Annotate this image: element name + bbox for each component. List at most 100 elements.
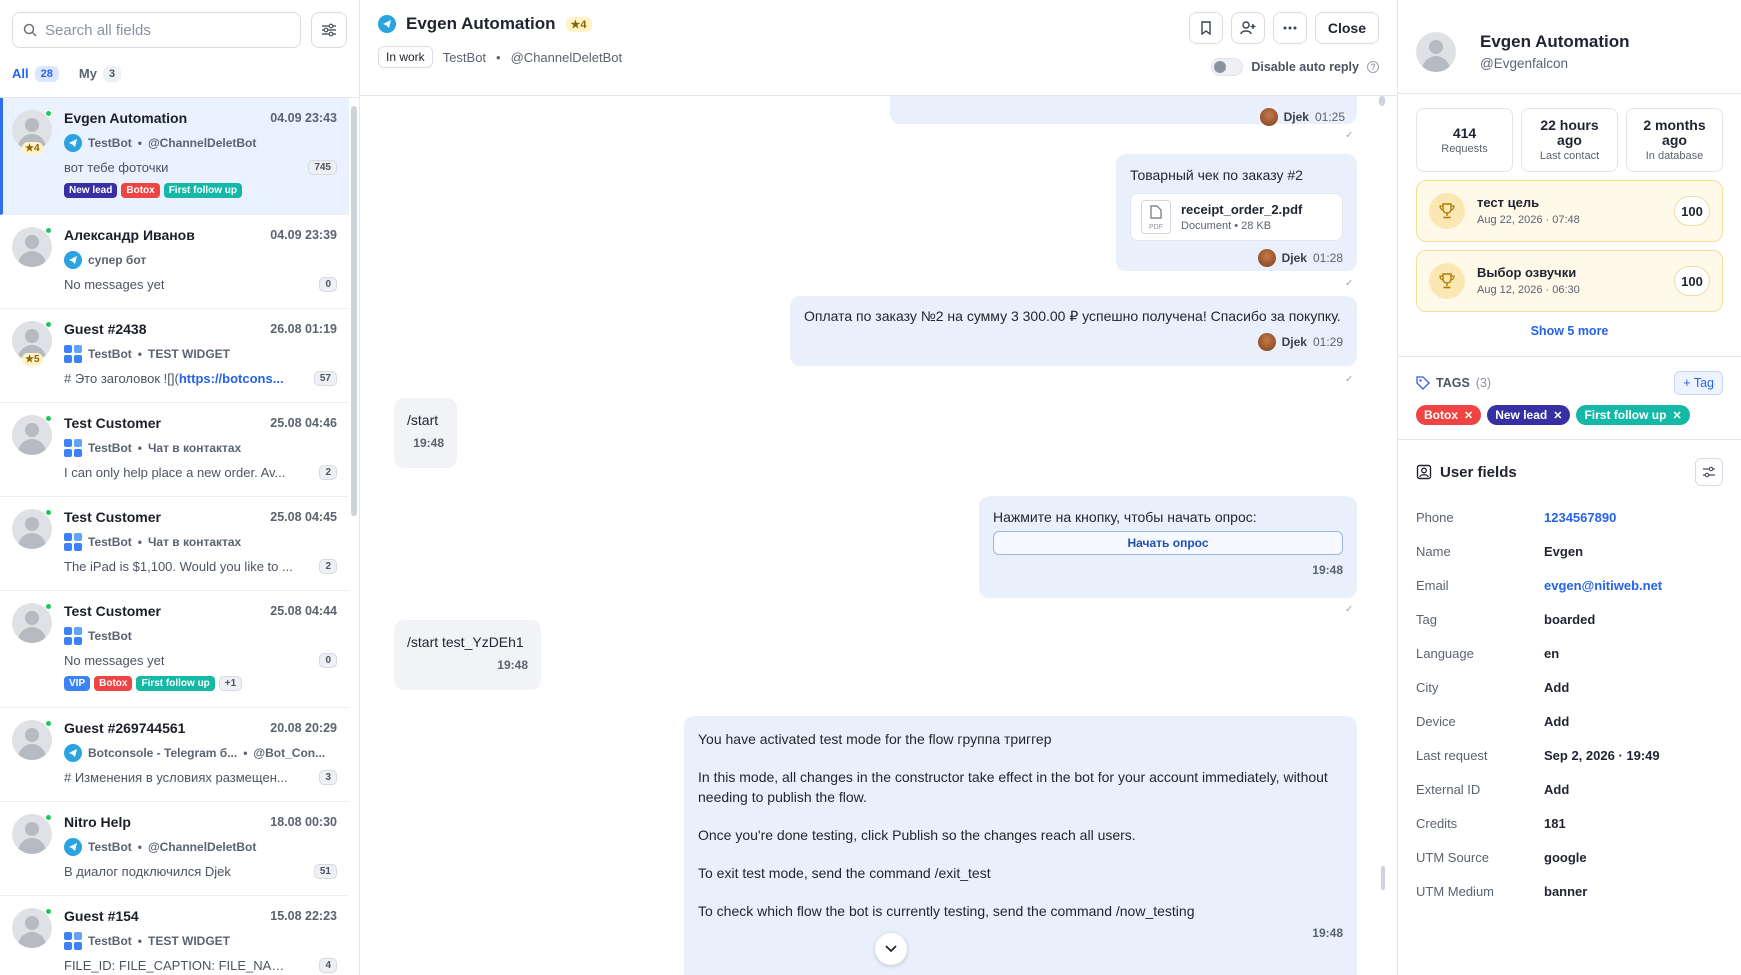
list-scrollbar[interactable] — [351, 106, 357, 516]
tag-chip: New lead ✕ — [1487, 405, 1571, 425]
user-field-row: Last request Sep 2, 2026 · 19:49 — [1416, 738, 1723, 772]
field-value[interactable]: Add — [1544, 782, 1569, 797]
last-message-preview: # Изменения в условиях размещен... — [64, 770, 288, 785]
online-indicator — [45, 720, 52, 727]
channel-name: TEST WIDGET — [147, 934, 230, 948]
conversation-panel: Search all fields All 28 My 3 ★4 Evgen Auto… — [0, 0, 360, 975]
field-value[interactable]: 181 — [1544, 816, 1566, 831]
rating-badge: ★5 — [22, 353, 43, 366]
user-field-row: Tag boarded — [1416, 602, 1723, 636]
stat-label: In database — [1645, 150, 1704, 162]
show-more-goals-link[interactable]: Show 5 more — [1398, 324, 1741, 357]
field-label: Device — [1416, 713, 1456, 729]
last-message-preview: В диалог подключился Djek — [64, 864, 231, 879]
conversation-item[interactable]: Guest #269744561 20.08 20:29 Botconsole - … — [0, 708, 349, 802]
more-button[interactable] — [1272, 12, 1307, 44]
goal-title: Выбор озвучки — [1477, 264, 1577, 280]
file-type: PDF — [1149, 224, 1163, 231]
remove-tag-icon[interactable]: ✕ — [1464, 409, 1473, 422]
file-name: receipt_order_2.pdf — [1181, 202, 1303, 217]
add-tag-button[interactable]: + Tag — [1674, 371, 1723, 395]
field-value[interactable]: banner — [1544, 884, 1587, 899]
field-label: Name — [1416, 543, 1451, 559]
auto-reply-toggle[interactable] — [1211, 58, 1244, 76]
conversation-item[interactable]: Nitro Help 18.08 00:30 TestBot • @ChannelDel… — [0, 802, 349, 896]
field-value[interactable]: Add — [1544, 714, 1569, 729]
fields-settings-button[interactable] — [1695, 458, 1723, 486]
channel-name: @ChannelDeletBot — [147, 136, 257, 150]
tab-my[interactable]: My 3 — [79, 66, 122, 97]
filter-button[interactable] — [311, 12, 347, 48]
last-message-preview: I can only help place a new order. Av... — [64, 465, 285, 480]
contact-name: Evgen Automation — [1480, 32, 1630, 51]
search-box[interactable]: Search all fields — [12, 12, 301, 48]
contact-name: Test Customer — [64, 415, 161, 431]
scroll-down-button[interactable] — [875, 933, 907, 965]
goal-card[interactable]: тест цель Aug 22, 2026 · 07:48 100 — [1416, 180, 1723, 242]
online-indicator — [45, 814, 52, 821]
read-check-icon: ✓ — [1345, 278, 1354, 289]
stat-requests: 414 Requests — [1416, 108, 1513, 172]
field-value[interactable]: boarded — [1544, 612, 1595, 627]
conversation-item[interactable]: Test Customer 25.08 04:45 TestBot • Чат в ко… — [0, 497, 349, 591]
user-field-row: Device Add — [1416, 704, 1723, 738]
field-value[interactable]: en — [1544, 646, 1559, 661]
bot-name: супер бот — [88, 253, 147, 267]
field-value[interactable]: Evgen — [1544, 544, 1583, 559]
agent-name: Djek — [1281, 335, 1307, 349]
field-value[interactable]: evgen@nitiweb.net — [1544, 578, 1662, 593]
message-count-badge: 2 — [319, 465, 337, 480]
conversation-item[interactable]: Александр Иванов 04.09 23:39 супер бот No m… — [0, 215, 349, 309]
message-time: 01:28 — [1312, 251, 1343, 265]
conversation-item[interactable]: ★4 Evgen Automation 04.09 23:43 TestBot • @Ch… — [0, 98, 349, 215]
user-card-icon — [1416, 464, 1432, 480]
user-field-row: External ID Add — [1416, 772, 1723, 806]
widget-icon — [64, 533, 82, 551]
remove-tag-icon[interactable]: ✕ — [1672, 409, 1681, 422]
assign-user-button[interactable] — [1230, 12, 1265, 44]
user-field-row: Language en — [1416, 636, 1723, 670]
separator-dot: • — [137, 347, 142, 361]
conversation-item[interactable]: Test Customer 25.08 04:46 TestBot • Чат в ко… — [0, 403, 349, 497]
telegram-icon — [64, 838, 82, 856]
start-survey-button[interactable]: Начать опрос — [993, 531, 1343, 555]
field-value[interactable]: Add — [1544, 680, 1569, 695]
tab-all[interactable]: All 28 — [12, 66, 59, 97]
chat-scrollbar-thumb[interactable] — [1381, 866, 1385, 890]
help-icon[interactable]: ? — [1367, 61, 1379, 73]
status-dropdown[interactable]: In work — [378, 46, 433, 68]
message-paragraph: To exit test mode, send the command /exi… — [698, 865, 991, 881]
preview-link[interactable]: https://botcons... — [179, 371, 284, 386]
stat-last-contact: 22 hours ago Last contact — [1521, 108, 1618, 172]
field-value[interactable]: 1234567890 — [1544, 510, 1616, 525]
close-button[interactable]: Close — [1314, 12, 1379, 44]
remove-tag-icon[interactable]: ✕ — [1553, 409, 1562, 422]
bookmark-button[interactable] — [1188, 12, 1223, 44]
tag-label: Botox — [1424, 408, 1458, 422]
field-value[interactable]: Sep 2, 2026 · 19:49 — [1544, 748, 1660, 763]
tag-chip-list: Botox ✕ New lead ✕ First follow up ✕ — [1416, 405, 1723, 425]
bot-name: TestBot — [88, 441, 132, 455]
search-input[interactable]: Search all fields — [45, 22, 151, 39]
chat-header: Evgen Automation ★4 In work TestBot • @C… — [360, 0, 1397, 96]
conversation-item[interactable]: Guest #154 15.08 22:23 TestBot • TEST WIDGET… — [0, 896, 349, 975]
contact-name: Nitro Help — [64, 814, 131, 830]
message-count-badge: 3 — [319, 770, 337, 785]
conversation-item[interactable]: ★5 Guest #2438 26.08 01:19 TestBot • TEST WID… — [0, 309, 349, 403]
message-outgoing: Оплата по заказу №2 на сумму 3 300.00 ₽ … — [790, 296, 1357, 366]
message-text: Товарный чек по заказу #2 — [1130, 167, 1303, 183]
file-attachment[interactable]: PDF receipt_order_2.pdf Document • 28 KB — [1130, 193, 1343, 241]
goal-card[interactable]: Выбор озвучки Aug 12, 2026 · 06:30 100 — [1416, 250, 1723, 312]
field-value[interactable]: google — [1544, 850, 1587, 865]
telegram-icon — [64, 134, 82, 152]
tag-chip: Botox ✕ — [1416, 405, 1482, 425]
message-area: Djek 01:25 ✓ Товарный чек по заказу #2 PD… — [360, 96, 1397, 975]
more-tags-badge: +1 — [218, 676, 243, 691]
field-label: Last request — [1416, 747, 1488, 763]
chat-scrollbar[interactable] — [1379, 96, 1385, 106]
conversation-item[interactable]: Test Customer 25.08 04:44 TestBot No messag… — [0, 591, 349, 708]
separator-dot: • — [137, 136, 142, 150]
bot-name: TestBot — [442, 49, 487, 65]
bot-name: TestBot — [88, 347, 132, 361]
contact-name: Evgen Automation — [64, 110, 188, 126]
